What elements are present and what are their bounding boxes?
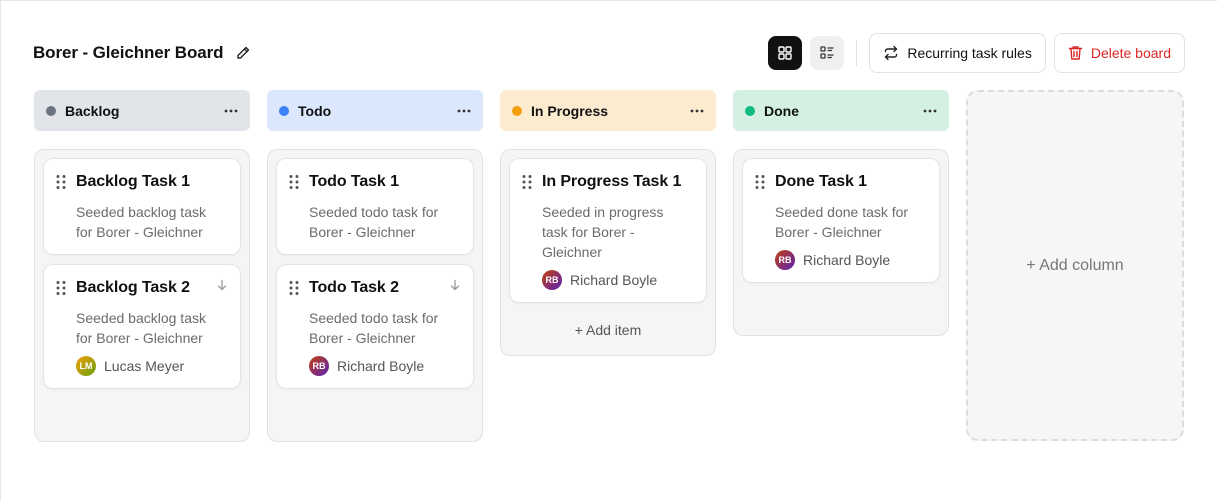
task-card[interactable]: Todo Task 1 Seeded todo task for Borer -… bbox=[276, 158, 474, 255]
column-header: Backlog bbox=[34, 90, 250, 131]
status-dot bbox=[745, 105, 755, 116]
recurring-task-rules-label: Recurring task rules bbox=[907, 45, 1032, 61]
assignee: RB Richard Boyle bbox=[542, 270, 692, 290]
column-body: Backlog Task 1 Seeded backlog task for B… bbox=[34, 149, 250, 442]
status-dot bbox=[279, 105, 289, 116]
avatar: RB bbox=[542, 270, 562, 290]
repeat-icon bbox=[883, 45, 899, 61]
assignee-name: Lucas Meyer bbox=[104, 358, 185, 374]
task-description: Seeded in progress task for Borer - Glei… bbox=[542, 204, 664, 260]
column-header: Todo bbox=[267, 90, 483, 131]
drag-handle-icon[interactable] bbox=[56, 174, 66, 190]
delete-board-label: Delete board bbox=[1090, 45, 1171, 61]
add-column-button[interactable]: + Add column bbox=[966, 90, 1184, 441]
drag-handle-icon[interactable] bbox=[289, 280, 299, 296]
task-title: Todo Task 1 bbox=[309, 173, 399, 190]
column-backlog: Backlog Backlog Task 1 Seeded backlog ta… bbox=[34, 90, 250, 442]
task-title: Backlog Task 1 bbox=[76, 173, 190, 190]
task-title: Todo Task 2 bbox=[309, 279, 399, 296]
task-description: Seeded backlog task for Borer - Gleichne… bbox=[76, 204, 206, 240]
avatar: LM bbox=[76, 356, 96, 376]
task-description: Seeded todo task for Borer - Gleichner bbox=[309, 204, 439, 240]
recurring-task-rules-button[interactable]: Recurring task rules bbox=[869, 33, 1046, 73]
task-card[interactable]: In Progress Task 1 Seeded in progress ta… bbox=[509, 158, 707, 303]
task-card[interactable]: Backlog Task 1 Seeded backlog task for B… bbox=[43, 158, 241, 255]
task-description: Seeded backlog task for Borer - Gleichne… bbox=[76, 310, 206, 346]
delete-board-button[interactable]: Delete board bbox=[1053, 33, 1185, 73]
column-title: In Progress bbox=[531, 102, 609, 119]
column-title: Backlog bbox=[65, 102, 120, 119]
column-done: Done Done Task 1 Seeded done task for Bo… bbox=[733, 90, 949, 442]
assignee-name: Richard Boyle bbox=[570, 272, 658, 288]
arrow-down-icon[interactable] bbox=[449, 279, 461, 291]
toolbar-divider bbox=[856, 40, 858, 66]
add-item-button[interactable]: + Add item bbox=[509, 312, 707, 347]
pencil-icon[interactable] bbox=[235, 45, 251, 61]
column-title: Done bbox=[764, 102, 799, 119]
list-view-button[interactable] bbox=[810, 36, 845, 70]
column-title: Todo bbox=[298, 102, 332, 119]
assignee: LM Lucas Meyer bbox=[76, 356, 226, 376]
status-dot bbox=[512, 105, 522, 116]
assignee: RB Richard Boyle bbox=[775, 250, 925, 270]
board-header: Borer - Gleichner Board Recurring task r… bbox=[33, 33, 1185, 73]
assignee: RB Richard Boyle bbox=[309, 356, 459, 376]
column-header: Done bbox=[733, 90, 949, 131]
drag-handle-icon[interactable] bbox=[56, 280, 66, 296]
column-body: Todo Task 1 Seeded todo task for Borer -… bbox=[267, 149, 483, 442]
grid-icon bbox=[778, 46, 793, 60]
status-dot bbox=[46, 105, 56, 116]
more-horizontal-icon[interactable] bbox=[923, 109, 937, 113]
task-card[interactable]: Done Task 1 Seeded done task for Borer -… bbox=[742, 158, 940, 283]
header-actions: Recurring task rules Delete board bbox=[768, 33, 1185, 73]
list-icon bbox=[820, 46, 835, 60]
drag-handle-icon[interactable] bbox=[755, 174, 765, 190]
column-body: In Progress Task 1 Seeded in progress ta… bbox=[500, 149, 716, 356]
task-description: Seeded todo task for Borer - Gleichner bbox=[309, 310, 439, 346]
task-description: Seeded done task for Borer - Gleichner bbox=[775, 204, 909, 240]
column-todo: Todo Todo Task 1 Seeded todo task for Bo… bbox=[267, 90, 483, 442]
drag-handle-icon[interactable] bbox=[522, 174, 532, 190]
column-body: Done Task 1 Seeded done task for Borer -… bbox=[733, 149, 949, 336]
more-horizontal-icon[interactable] bbox=[690, 109, 704, 113]
drag-handle-icon[interactable] bbox=[289, 174, 299, 190]
avatar: RB bbox=[309, 356, 329, 376]
assignee-name: Richard Boyle bbox=[803, 252, 891, 268]
task-title: Done Task 1 bbox=[775, 173, 867, 190]
column-in-progress: In Progress In Progress Task 1 Seeded in… bbox=[500, 90, 716, 442]
task-card[interactable]: Backlog Task 2 Seeded backlog task for B… bbox=[43, 264, 241, 389]
more-horizontal-icon[interactable] bbox=[224, 109, 238, 113]
task-card[interactable]: Todo Task 2 Seeded todo task for Borer -… bbox=[276, 264, 474, 389]
avatar: RB bbox=[775, 250, 795, 270]
grid-view-button[interactable] bbox=[768, 36, 803, 70]
task-title: Backlog Task 2 bbox=[76, 279, 190, 296]
board-title: Borer - Gleichner Board bbox=[33, 43, 224, 62]
task-title: In Progress Task 1 bbox=[542, 173, 682, 190]
board-columns: Backlog Backlog Task 1 Seeded backlog ta… bbox=[34, 90, 1184, 442]
assignee-name: Richard Boyle bbox=[337, 358, 425, 374]
column-header: In Progress bbox=[500, 90, 716, 131]
more-horizontal-icon[interactable] bbox=[457, 109, 471, 113]
arrow-down-icon[interactable] bbox=[216, 279, 228, 291]
trash-icon bbox=[1068, 45, 1083, 61]
